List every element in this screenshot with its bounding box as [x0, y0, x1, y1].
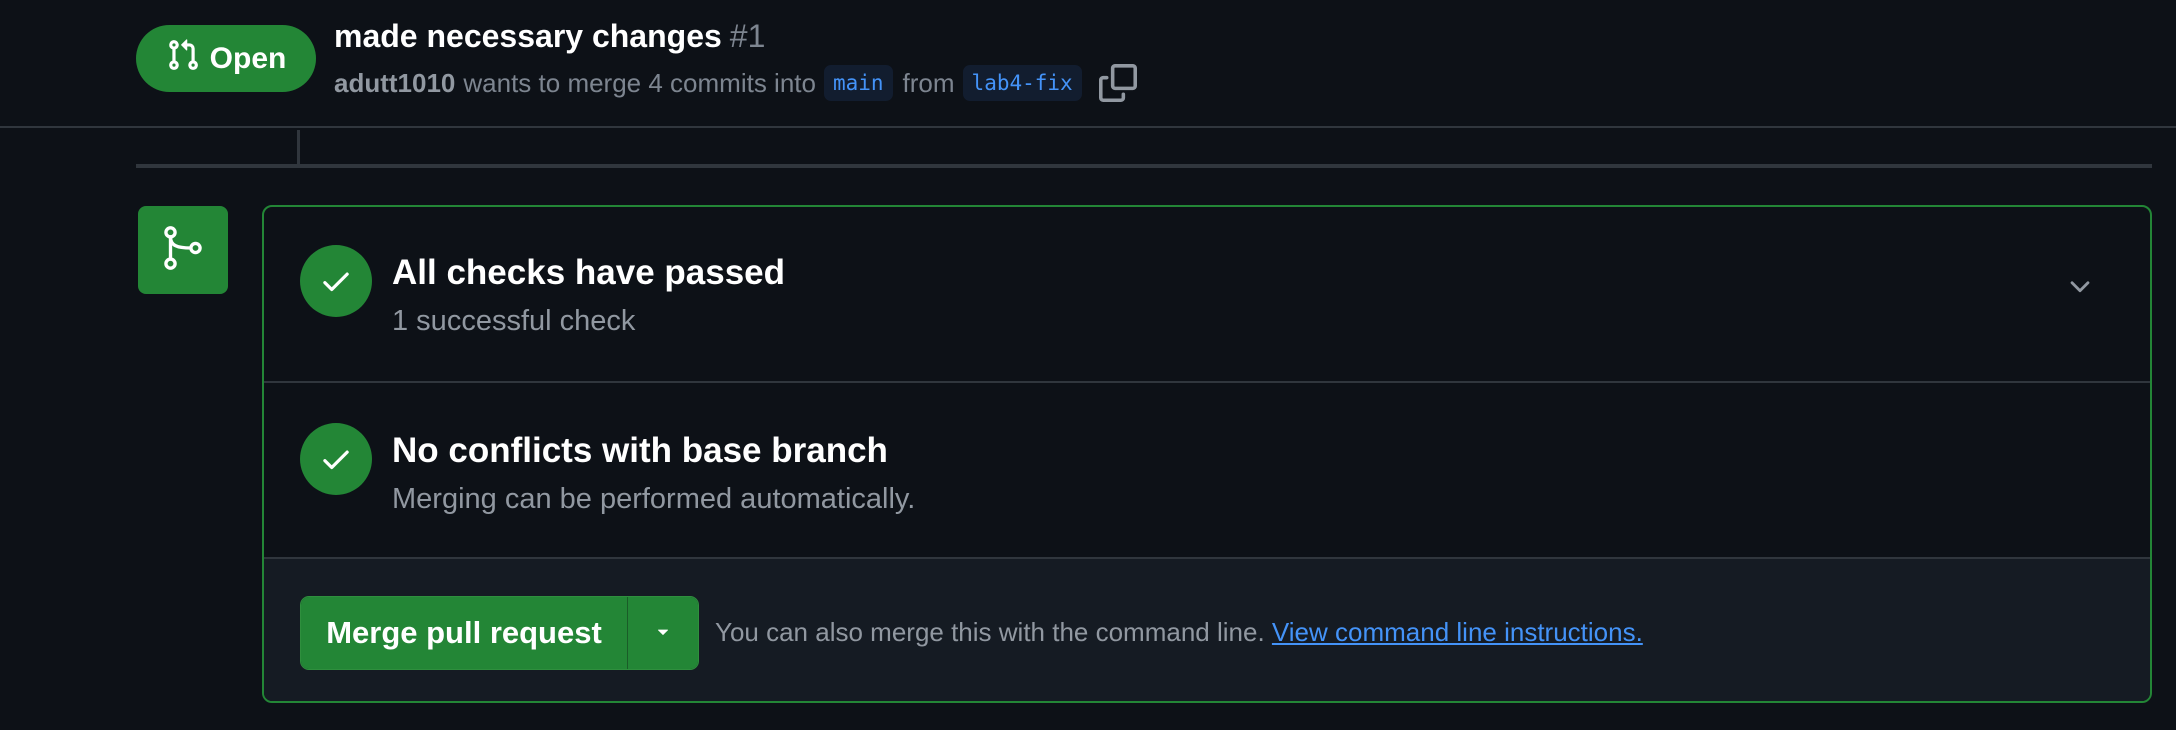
pr-author-link[interactable]: adutt1010 [334, 68, 455, 99]
triangle-down-icon [652, 620, 674, 647]
checks-title: All checks have passed [392, 253, 785, 292]
merge-button-group: Merge pull request [300, 596, 699, 670]
merge-box: All checks have passed 1 successful chec… [262, 205, 2152, 703]
base-branch-label[interactable]: main [823, 65, 893, 101]
git-pull-request-icon [166, 38, 200, 80]
head-branch-label[interactable]: lab4-fix [962, 65, 1082, 101]
checks-section[interactable]: All checks have passed 1 successful chec… [264, 207, 2150, 383]
pr-number: #1 [729, 18, 766, 54]
pr-meta: adutt1010 wants to merge 4 commits into … [334, 62, 1138, 104]
merge-hint: You can also merge this with the command… [715, 617, 1643, 648]
pr-title-text: made necessary changes [334, 18, 722, 54]
merge-actions: Merge pull request You can also merge th… [264, 559, 2150, 701]
timeline-divider [1152, 164, 2152, 168]
conflicts-subtitle: Merging can be performed automatically. [392, 483, 916, 515]
pr-meta-text: wants to merge 4 commits into [463, 67, 816, 98]
timeline-divider [136, 164, 1152, 168]
merge-method-dropdown[interactable] [628, 597, 698, 669]
timeline-line [297, 130, 300, 165]
conflicts-section: No conflicts with base branch Merging ca… [264, 383, 2150, 559]
merge-status-avatar [138, 206, 228, 294]
chevron-down-icon[interactable] [2062, 269, 2098, 305]
pr-state-badge: Open [136, 25, 316, 92]
check-icon [300, 423, 372, 495]
pr-state-label: Open [209, 41, 287, 75]
pr-meta-from: from [902, 67, 955, 98]
command-line-instructions-link[interactable]: View command line instructions. [1272, 617, 1643, 647]
check-icon [300, 245, 372, 317]
merge-pull-request-button[interactable]: Merge pull request [301, 597, 628, 669]
conflicts-title: No conflicts with base branch [392, 431, 888, 470]
pr-header: Open made necessary changes #1 adutt1010 … [0, 0, 2176, 128]
copy-icon[interactable] [1098, 63, 1138, 103]
pr-title: made necessary changes #1 [334, 18, 765, 55]
git-merge-icon [158, 223, 208, 278]
merge-hint-text: You can also merge this with the command… [715, 617, 1265, 647]
checks-subtitle: 1 successful check [392, 305, 636, 337]
